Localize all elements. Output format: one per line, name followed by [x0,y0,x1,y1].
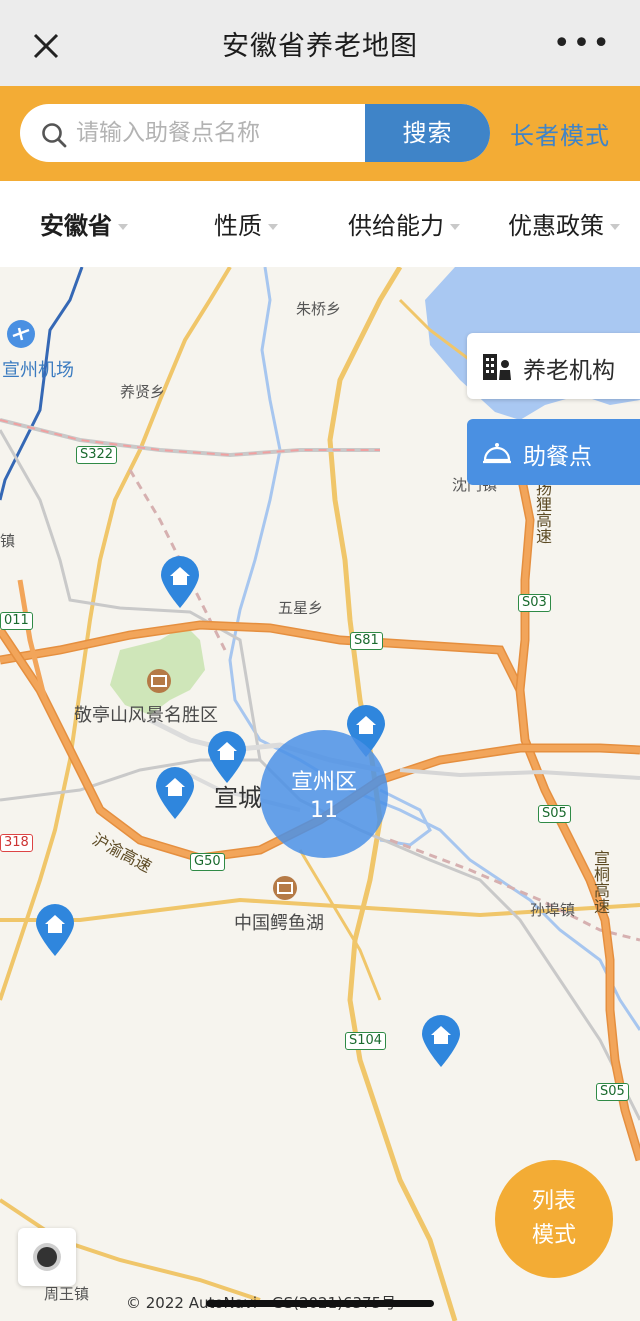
map-pin-icon[interactable] [419,1013,463,1069]
map-pin-icon[interactable] [33,902,77,958]
filter-province[interactable]: 安徽省 [40,206,128,241]
chevron-down-icon [118,224,128,230]
label-xuantong-highway: 宣桐高速 [591,850,610,914]
road-shield: 318 [0,834,33,852]
district-cluster[interactable]: 宣州区 11 [260,730,388,858]
map-pin-icon[interactable] [205,729,249,785]
map-pin-icon[interactable] [153,765,197,821]
filter-nature[interactable]: 性质 [214,206,278,241]
list-mode-line2: 模式 [531,1223,576,1248]
chevron-down-icon [450,224,460,230]
road-shield: S81 [350,632,383,650]
search-icon [42,123,67,148]
label-airport: 宣州机场 [2,360,74,381]
cloche-icon [483,443,511,464]
label-eyu-lake: 中国鳄鱼湖 [234,913,324,934]
page-title: 安徽省养老地图 [222,31,418,62]
road-shield: S05 [538,805,571,823]
label-wuxing: 五星乡 [278,599,324,617]
chevron-down-icon [268,224,278,230]
layer-institution-label: 养老机构 [523,358,615,384]
filter-policy[interactable]: 优惠政策 [508,206,620,241]
road-shield: G50 [190,853,225,871]
layer-meal-point-button[interactable]: 助餐点 [467,419,640,485]
top-bar: 安徽省养老地图 ••• [0,0,640,86]
label-yangli-highway: 扬狸高速 [533,480,552,544]
locate-button[interactable] [18,1228,76,1286]
filter-label: 供给能力 [348,212,444,240]
more-menu-icon[interactable]: ••• [553,26,612,61]
building-icon [483,354,511,380]
road-shield: S03 [518,594,551,612]
filter-supply[interactable]: 供给能力 [348,206,460,241]
label-zhouwang: 周王镇 [44,1285,90,1303]
label-xuancheng: 宣城 [214,784,262,812]
layer-meal-point-label: 助餐点 [523,444,592,470]
label-sunbu: 孙埠镇 [530,901,576,919]
list-mode-button[interactable]: 列表 模式 [495,1160,613,1278]
label-yangxian: 养贤乡 [120,383,166,401]
road-shield: S104 [345,1032,387,1050]
label-jingting: 敬亭山风景名胜区 [74,705,218,726]
locate-icon [37,1247,57,1267]
road-shield: 011 [0,612,33,630]
road-shield: S322 [76,446,118,464]
filter-label: 性质 [214,212,262,240]
label-left-town: 镇 [0,532,16,550]
search-button[interactable]: 搜索 [365,104,490,162]
filter-label: 优惠政策 [508,212,604,240]
road-shield: S05 [596,1083,629,1101]
home-indicator [206,1300,434,1307]
elder-mode-button[interactable]: 长者模式 [510,116,610,151]
cluster-count: 11 [310,798,338,823]
cluster-name: 宣州区 [290,770,357,795]
label-zhuqiao: 朱桥乡 [296,300,342,318]
map-pin-icon[interactable] [158,554,202,610]
search-input[interactable] [76,104,366,162]
filter-label: 安徽省 [40,212,112,240]
layer-institution-button[interactable]: 养老机构 [467,333,640,399]
list-mode-line1: 列表 [531,1189,576,1214]
chevron-down-icon [610,224,620,230]
